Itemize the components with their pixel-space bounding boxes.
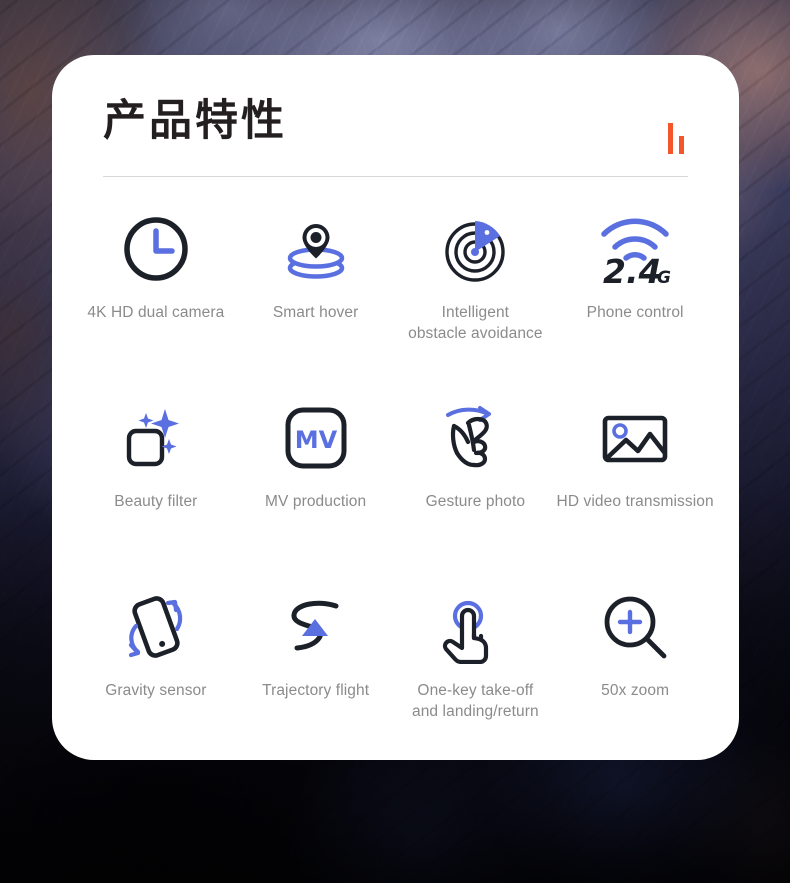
feature-label: Smart hover [272,304,359,321]
tap-hand-icon [429,581,521,673]
page-root: 产品特性 4K HD dual camera Smart hover Intel… [0,0,790,883]
feature-label: Phone control [586,304,684,321]
feature-label: One-key take-off and landing/return [411,682,539,720]
feature-item-hd-video-transmission[interactable]: HD video transmission [555,392,715,567]
feature-item-gravity-sensor[interactable]: Gravity sensor [76,581,236,756]
feature-label: Gesture photo [425,493,526,510]
feature-card: 产品特性 4K HD dual camera Smart hover Intel… [52,55,739,760]
feature-item-smart-hover[interactable]: Smart hover [236,203,396,378]
feature-label: Beauty filter [114,493,198,510]
feature-item-one-key-takeoff[interactable]: One-key take-off and landing/return [396,581,556,756]
beauty-sparkle-icon [110,392,202,484]
gesture-hand-icon [429,392,521,484]
wifi-band-value: 2.4 [603,252,661,288]
feature-item-50x-zoom[interactable]: 50x zoom [555,581,715,756]
tilted-phone-icon [110,581,202,673]
feature-label: Gravity sensor [105,682,207,699]
feature-item-4k-hd-dual-camera[interactable]: 4K HD dual camera [76,203,236,378]
feature-label: Trajectory flight [262,682,370,699]
feature-label: 50x zoom [601,682,670,699]
feature-grid: 4K HD dual camera Smart hover Intelligen… [76,203,715,756]
accent-bars [668,118,688,154]
feature-item-trajectory-flight[interactable]: Trajectory flight [236,581,396,756]
header-divider [103,176,688,177]
radar-icon [429,203,521,295]
mv-badge-icon: MV [270,392,362,484]
accent-bar-short [679,136,684,154]
accent-bar-tall [668,123,673,154]
magnifier-plus-icon [589,581,681,673]
photo-frame-icon [589,392,681,484]
hover-pin-icon [270,203,362,295]
feature-item-mv-production[interactable]: MV MV production [236,392,396,567]
feature-label: MV production [265,493,367,510]
feature-label: Intelligent obstacle avoidance [408,304,543,342]
wifi-24g-icon: 2.4 G [589,203,681,295]
feature-item-obstacle-avoidance[interactable]: Intelligent obstacle avoidance [396,203,556,378]
feature-label: HD video transmission [556,493,714,510]
card-header: 产品特性 [103,93,688,183]
feature-item-beauty-filter[interactable]: Beauty filter [76,392,236,567]
feature-item-phone-control[interactable]: 2.4 G Phone control [555,203,715,378]
page-title: 产品特性 [103,96,287,146]
wifi-band-suffix: G [657,268,671,288]
s-path-icon [270,581,362,673]
clock-icon [110,203,202,295]
feature-label: 4K HD dual camera [87,304,225,321]
feature-item-gesture-photo[interactable]: Gesture photo [396,392,556,567]
mv-badge-text: MV [294,426,337,454]
